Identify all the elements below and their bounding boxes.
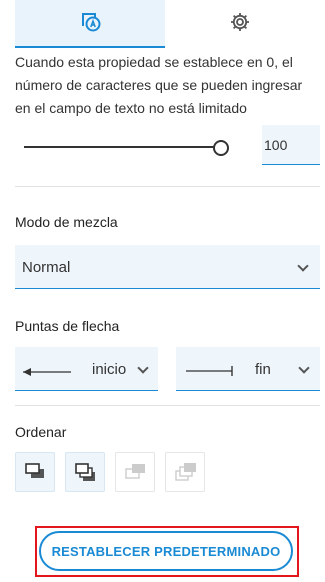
text-style-icon bbox=[79, 10, 101, 37]
bring-to-front-icon bbox=[25, 463, 47, 486]
max-chars-input[interactable] bbox=[262, 125, 320, 165]
chevron-down-icon bbox=[298, 362, 310, 374]
order-label: Ordenar bbox=[15, 424, 67, 440]
slider-thumb[interactable] bbox=[213, 140, 229, 156]
send-to-back-icon bbox=[175, 462, 197, 487]
bring-forward-icon bbox=[75, 463, 97, 488]
arrow-end-value: fin bbox=[255, 361, 271, 378]
slider-track bbox=[24, 146, 220, 148]
chevron-down-icon bbox=[297, 260, 309, 272]
chevron-down-icon bbox=[137, 362, 149, 374]
arrow-start-select[interactable]: inicio bbox=[15, 347, 158, 391]
blend-mode-select[interactable]: Normal bbox=[15, 245, 320, 289]
arrow-start-value: inicio bbox=[92, 361, 127, 378]
arrow-start-line-icon bbox=[22, 364, 72, 382]
send-backward-icon bbox=[125, 463, 147, 486]
arrowheads-label: Puntas de flecha bbox=[15, 318, 120, 334]
bring-to-front-button[interactable] bbox=[15, 452, 55, 492]
blend-mode-value: Normal bbox=[22, 259, 71, 276]
arrow-end-select[interactable]: fin bbox=[176, 347, 320, 391]
send-backward-button[interactable] bbox=[115, 452, 155, 492]
max-chars-slider[interactable] bbox=[24, 136, 229, 158]
arrow-end-line-icon bbox=[185, 364, 235, 382]
tab-bar bbox=[0, 0, 325, 48]
send-to-back-button[interactable] bbox=[165, 452, 205, 492]
tab-text-style[interactable] bbox=[15, 0, 165, 48]
section-divider bbox=[15, 186, 320, 187]
blend-mode-label: Modo de mezcla bbox=[15, 214, 118, 230]
section-divider bbox=[15, 405, 320, 406]
reset-defaults-button[interactable]: RESTABLECER PREDETERMINADO bbox=[39, 531, 293, 571]
gear-icon bbox=[229, 11, 251, 38]
tab-settings[interactable] bbox=[165, 0, 315, 48]
bring-forward-button[interactable] bbox=[65, 452, 105, 492]
max-chars-description: Cuando esta propiedad se establece en 0,… bbox=[15, 54, 303, 116]
